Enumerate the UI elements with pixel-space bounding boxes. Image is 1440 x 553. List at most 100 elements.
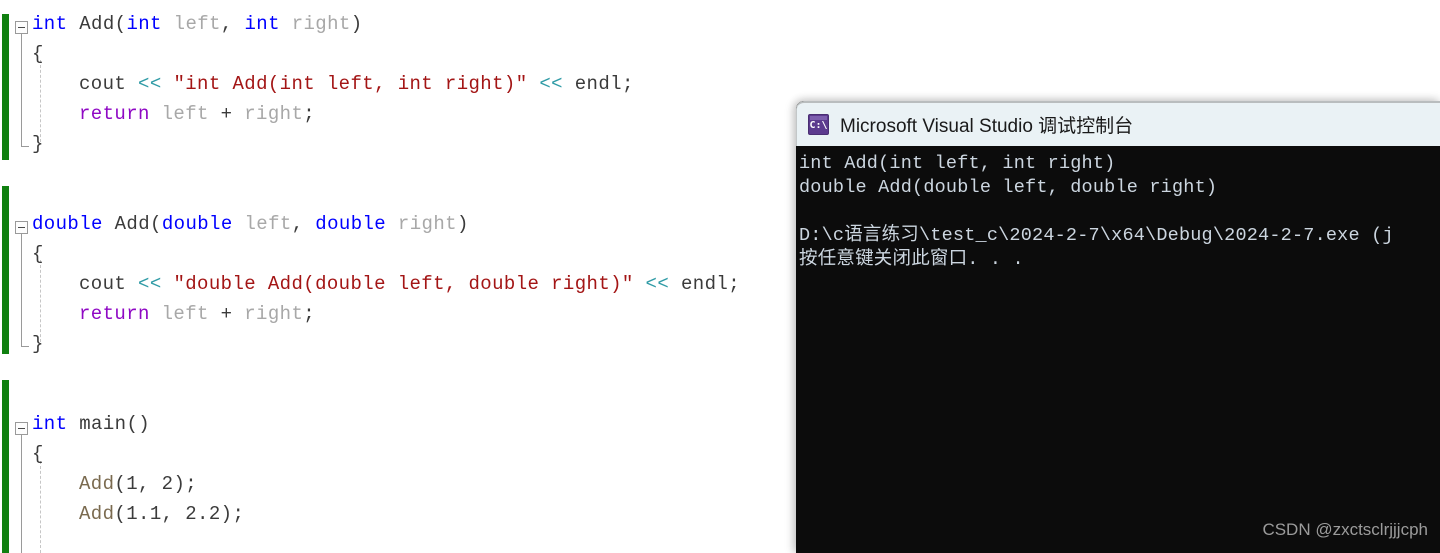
outlining-foot bbox=[21, 146, 29, 147]
code-token: << bbox=[138, 273, 162, 295]
code-token: ) bbox=[220, 503, 233, 525]
code-token: ( bbox=[150, 213, 162, 235]
code-line: cout << "int Add(int left, int right)" <… bbox=[79, 74, 634, 94]
fold-toggle-double-add[interactable] bbox=[15, 221, 28, 234]
code-token: return bbox=[79, 303, 150, 325]
code-token: right bbox=[397, 213, 457, 235]
fold-toggle-main[interactable] bbox=[15, 422, 28, 435]
code-token: Add bbox=[79, 473, 115, 495]
code-token: () bbox=[126, 413, 151, 435]
code-token: right bbox=[291, 13, 351, 35]
code-token: endl bbox=[574, 73, 622, 95]
change-tracking-bar bbox=[2, 380, 9, 553]
code-token: cout bbox=[79, 273, 127, 295]
code-token: , bbox=[291, 213, 316, 235]
code-token: ; bbox=[728, 273, 740, 295]
console-output-area[interactable]: int Add(int left, int right) double Add(d… bbox=[796, 146, 1440, 553]
outlining-foot bbox=[21, 346, 29, 347]
console-output-line: D:\c语言练习\test_c\2024-2-7\x64\Debug\2024-… bbox=[799, 225, 1394, 246]
code-token: { bbox=[32, 43, 44, 65]
code-token: ( bbox=[114, 503, 127, 525]
code-line: { bbox=[32, 244, 44, 264]
code-token: Add bbox=[79, 503, 115, 525]
code-line: return left + right; bbox=[79, 304, 315, 324]
code-token: } bbox=[32, 133, 44, 155]
indent-guide bbox=[40, 60, 41, 142]
code-token: , bbox=[161, 503, 186, 525]
code-token: ; bbox=[303, 103, 316, 125]
code-token: << bbox=[138, 73, 162, 95]
console-window-title: Microsoft Visual Studio 调试控制台 bbox=[840, 116, 1134, 137]
code-token: { bbox=[32, 443, 44, 465]
code-token: ) bbox=[350, 13, 363, 35]
fold-toggle-int-add[interactable] bbox=[15, 21, 28, 34]
code-token: ( bbox=[114, 473, 127, 495]
code-token: , bbox=[220, 13, 245, 35]
code-token: left bbox=[161, 303, 209, 325]
outlining-line bbox=[21, 34, 22, 146]
code-token: main bbox=[79, 413, 127, 435]
code-token: << bbox=[539, 73, 563, 95]
code-token: 2.2 bbox=[185, 503, 221, 525]
code-token: 2 bbox=[161, 473, 174, 495]
code-line: double Add(double left, double right) bbox=[32, 214, 469, 234]
code-token: double bbox=[32, 213, 103, 235]
code-line: } bbox=[32, 134, 44, 154]
code-token: int bbox=[244, 13, 280, 35]
code-token: ; bbox=[621, 73, 634, 95]
code-token: { bbox=[32, 243, 44, 265]
code-token: ; bbox=[232, 503, 245, 525]
code-token: } bbox=[32, 333, 44, 355]
indent-guide bbox=[40, 260, 41, 342]
code-token: + bbox=[208, 303, 245, 325]
code-token: ) bbox=[173, 473, 186, 495]
outlining-line bbox=[21, 435, 22, 553]
code-token: ) bbox=[456, 213, 469, 235]
code-token: int bbox=[126, 13, 162, 35]
outlining-line bbox=[21, 234, 22, 346]
code-token: , bbox=[138, 473, 162, 495]
code-line: cout << "double Add(double left, double … bbox=[79, 274, 740, 294]
debug-console-window[interactable]: C:\ Microsoft Visual Studio 调试控制台 int Ad… bbox=[796, 101, 1440, 553]
console-titlebar[interactable]: C:\ Microsoft Visual Studio 调试控制台 bbox=[796, 101, 1440, 146]
code-token: Add bbox=[114, 213, 151, 235]
indent-guide bbox=[40, 461, 41, 553]
code-line: int main() bbox=[32, 414, 150, 434]
code-token: "double Add(double left, double right)" bbox=[173, 273, 634, 295]
code-token: return bbox=[79, 103, 150, 125]
code-token: left bbox=[173, 13, 221, 35]
code-token: left bbox=[244, 213, 292, 235]
csdn-watermark: CSDN @zxctsclrjjjcph bbox=[1262, 520, 1428, 539]
change-tracking-bar bbox=[2, 14, 9, 160]
code-token: "int Add(int left, int right)" bbox=[173, 73, 528, 95]
code-token: right bbox=[244, 103, 304, 125]
console-output-line: int Add(int left, int right) bbox=[799, 153, 1116, 174]
code-token: Add bbox=[79, 13, 115, 35]
code-token: cout bbox=[79, 73, 127, 95]
code-line: } bbox=[32, 334, 44, 354]
code-token: 1 bbox=[126, 473, 139, 495]
console-output-line: double Add(double left, double right) bbox=[799, 177, 1218, 198]
code-token: ( bbox=[114, 13, 127, 35]
code-token: right bbox=[244, 303, 304, 325]
code-token: << bbox=[645, 273, 670, 295]
code-token: ; bbox=[185, 473, 198, 495]
code-line: { bbox=[32, 44, 44, 64]
code-token: double bbox=[161, 213, 233, 235]
code-line: { bbox=[32, 444, 44, 464]
